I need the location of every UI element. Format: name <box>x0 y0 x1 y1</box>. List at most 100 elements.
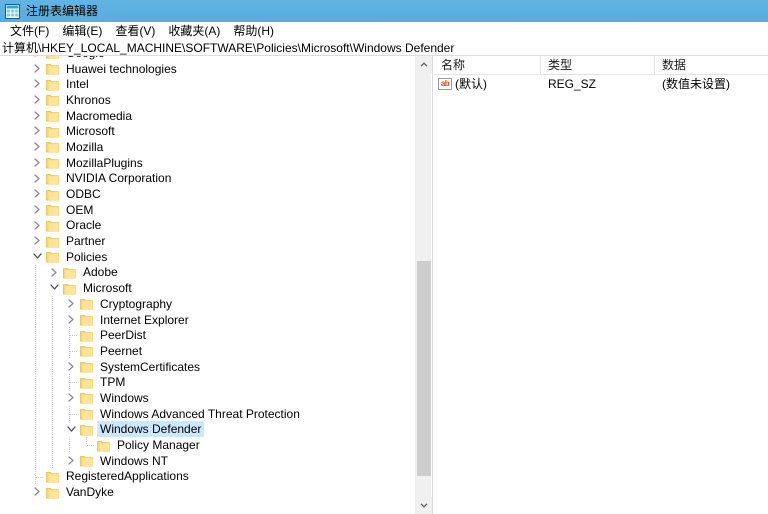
string-value-icon: ab <box>438 78 452 90</box>
tree-item-label: Cryptography <box>98 297 174 311</box>
chevron-right-icon[interactable] <box>30 76 46 92</box>
folder-icon <box>80 454 93 467</box>
tree-indent <box>0 155 30 171</box>
tree-item-peerdist[interactable]: PeerDist <box>0 327 416 343</box>
tree-item-huawei-technologies[interactable]: Huawei technologies <box>0 61 416 77</box>
tree-item-microsoft[interactable]: Microsoft <box>0 123 416 139</box>
tree-vertical-scrollbar[interactable] <box>415 56 431 514</box>
chevron-right-icon[interactable] <box>30 92 46 108</box>
folder-icon <box>46 486 59 499</box>
tree-indent <box>0 390 64 406</box>
tree-indent <box>0 76 30 92</box>
chevron-right-icon[interactable] <box>30 123 46 139</box>
chevron-down-icon[interactable] <box>64 422 80 438</box>
tree-guide-line <box>52 312 53 328</box>
folder-icon <box>80 297 93 310</box>
chevron-right-icon[interactable] <box>30 108 46 124</box>
tree-guide-line <box>69 437 70 453</box>
column-header-type[interactable]: 类型 <box>541 56 655 75</box>
tree-item-label: Microsoft <box>64 124 117 138</box>
tree-item-adobe[interactable]: Adobe <box>0 265 416 281</box>
chevron-right-icon[interactable] <box>30 202 46 218</box>
menu-edit[interactable]: 编辑(E) <box>56 23 109 39</box>
tree-item-label: PeerDist <box>98 328 148 342</box>
tree-indent <box>0 186 30 202</box>
tree-guide-line <box>35 312 36 328</box>
tree-item-label: Peernet <box>98 344 144 358</box>
tree-guide-line <box>52 406 53 422</box>
column-header-data[interactable]: 数据 <box>655 56 768 75</box>
tree-item-label: Oracle <box>64 218 103 232</box>
tree-guide-line <box>35 374 36 390</box>
tree-item-mozillaplugins[interactable]: MozillaPlugins <box>0 155 416 171</box>
column-header-name[interactable]: 名称 <box>434 56 541 75</box>
scrollbar-thumb[interactable] <box>417 261 431 476</box>
tree-guide-line <box>52 343 53 359</box>
tree-guide-line <box>35 422 36 438</box>
value-name-cell: ab (默认) <box>434 76 541 92</box>
chevron-right-icon[interactable] <box>64 296 80 312</box>
tree-item-oracle[interactable]: Oracle <box>0 218 416 234</box>
tree-guide-line <box>35 406 36 422</box>
chevron-right-icon[interactable] <box>30 233 46 249</box>
chevron-right-icon[interactable] <box>30 484 46 500</box>
menu-file[interactable]: 文件(F) <box>4 23 56 39</box>
tree-item-nvidia-corporation[interactable]: NVIDIA Corporation <box>0 171 416 187</box>
tree-item-tpm[interactable]: TPM <box>0 374 416 390</box>
tree-item-systemcertificates[interactable]: SystemCertificates <box>0 359 416 375</box>
tree-item-policy-manager[interactable]: Policy Manager <box>0 437 416 453</box>
folder-icon <box>46 62 59 75</box>
chevron-right-icon[interactable] <box>30 218 46 234</box>
tree-guide-line <box>52 390 53 406</box>
tree-item-internet-explorer[interactable]: Internet Explorer <box>0 312 416 328</box>
tree-item-mozilla[interactable]: Mozilla <box>0 139 416 155</box>
folder-icon <box>46 56 59 59</box>
tree-item-windows-nt[interactable]: Windows NT <box>0 453 416 469</box>
tree-item-registeredapplications[interactable]: RegisteredApplications <box>0 469 416 485</box>
tree-item-microsoft[interactable]: Microsoft <box>0 280 416 296</box>
folder-icon <box>46 235 59 248</box>
chevron-right-icon[interactable] <box>64 359 80 375</box>
chevron-right-icon[interactable] <box>30 186 46 202</box>
menu-help[interactable]: 帮助(H) <box>227 23 281 39</box>
tree-item-partner[interactable]: Partner <box>0 233 416 249</box>
tree-indent <box>0 171 30 187</box>
tree-item-policies[interactable]: Policies <box>0 249 416 265</box>
tree-indent <box>0 327 64 343</box>
tree-item-odbc[interactable]: ODBC <box>0 186 416 202</box>
chevron-right-icon[interactable] <box>30 171 46 187</box>
tree-guide-line <box>35 296 36 312</box>
tree-item-oem[interactable]: OEM <box>0 202 416 218</box>
tree-indent <box>0 296 64 312</box>
chevron-right-icon[interactable] <box>30 61 46 77</box>
chevron-right-icon[interactable] <box>30 155 46 171</box>
chevron-right-icon[interactable] <box>64 390 80 406</box>
tree-item-intel[interactable]: Intel <box>0 76 416 92</box>
tree-item-windows-advanced-threat-protection[interactable]: Windows Advanced Threat Protection <box>0 406 416 422</box>
chevron-right-icon[interactable] <box>47 265 63 281</box>
menu-view[interactable]: 查看(V) <box>109 23 162 39</box>
tree-item-khronos[interactable]: Khronos <box>0 92 416 108</box>
chevron-right-icon[interactable] <box>30 139 46 155</box>
chevron-down-icon[interactable] <box>30 249 46 265</box>
tree-item-macromedia[interactable]: Macromedia <box>0 108 416 124</box>
tree-item-windows[interactable]: Windows <box>0 390 416 406</box>
scroll-up-button[interactable] <box>416 56 432 73</box>
chevron-down-icon[interactable] <box>47 280 63 296</box>
tree-item-label: Windows Defender <box>98 422 203 436</box>
table-row[interactable]: ab (默认) REG_SZ (数值未设置) <box>434 75 768 93</box>
folder-icon <box>46 156 59 169</box>
chevron-right-icon[interactable] <box>64 453 80 469</box>
tree-item-windows-defender[interactable]: Windows Defender <box>0 422 416 438</box>
tree-item-peernet[interactable]: Peernet <box>0 343 416 359</box>
tree-item-cryptography[interactable]: Cryptography <box>0 296 416 312</box>
tree-item-vandyke[interactable]: VanDyke <box>0 484 416 500</box>
menu-favorites[interactable]: 收藏夹(A) <box>162 23 227 39</box>
chevron-right-icon[interactable] <box>64 312 80 328</box>
tree-guide-line <box>35 265 36 281</box>
scroll-down-button[interactable] <box>416 497 432 514</box>
address-bar[interactable]: 计算机\HKEY_LOCAL_MACHINE\SOFTWARE\Policies… <box>0 40 768 56</box>
tree-guide-line <box>52 374 53 390</box>
address-path: 计算机\HKEY_LOCAL_MACHINE\SOFTWARE\Policies… <box>2 41 454 55</box>
tree-guide-line <box>35 343 36 359</box>
